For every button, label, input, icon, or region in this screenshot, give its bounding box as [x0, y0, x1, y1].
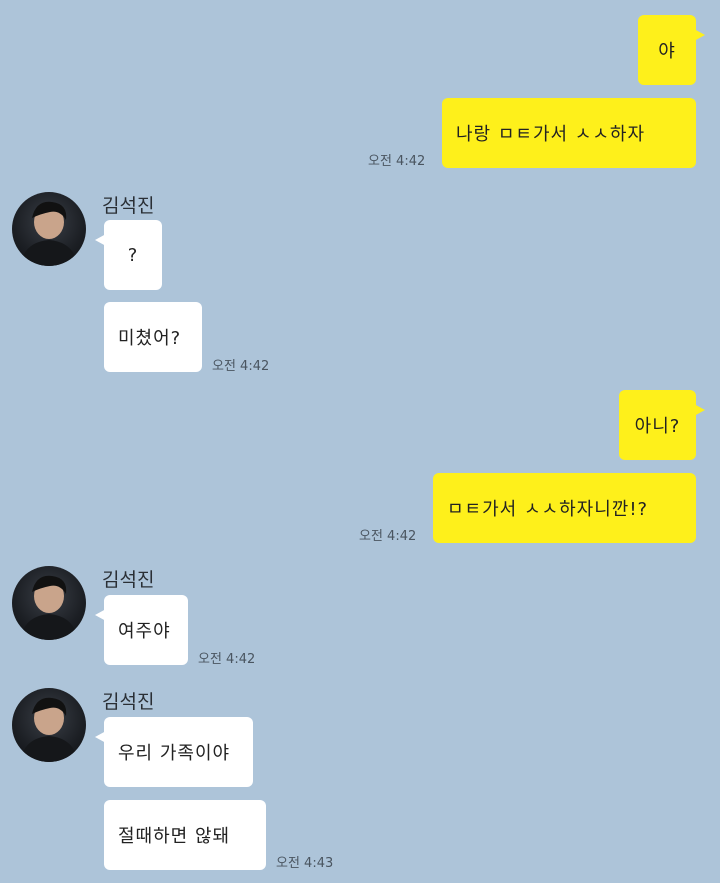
- message-timestamp: 오전 4:42: [359, 529, 417, 544]
- message-timestamp: 오전 4:42: [368, 154, 426, 169]
- message-text: 야: [658, 41, 676, 62]
- profile-photo-icon: [20, 697, 78, 762]
- message-text: 나랑 ㅁㅌ가서 ㅅㅅ하자: [456, 124, 646, 145]
- their-message-bubble[interactable]: 미쳤어?: [104, 302, 202, 372]
- message-timestamp: 오전 4:42: [212, 359, 270, 374]
- message-text: 미쳤어?: [118, 328, 182, 349]
- my-message-bubble[interactable]: 나랑 ㅁㅌ가서 ㅅㅅ하자: [442, 98, 696, 168]
- message-text: 우리 가족이야: [118, 743, 231, 764]
- profile-photo-icon: [20, 575, 78, 640]
- message-text: 절때하면 않돼: [118, 826, 231, 847]
- profile-photo-icon: [20, 201, 78, 266]
- message-text: 아니?: [634, 416, 681, 437]
- sender-name: 김석진: [102, 691, 155, 713]
- my-message-bubble[interactable]: 야: [638, 15, 705, 85]
- my-message-bubble[interactable]: ㅁㅌ가서 ㅅㅅ하자니깐!?: [433, 473, 696, 543]
- my-message-bubble[interactable]: 아니?: [619, 390, 705, 460]
- avatar[interactable]: [12, 192, 86, 266]
- message-timestamp: 오전 4:43: [276, 856, 334, 871]
- their-message-bubble[interactable]: 여주야: [95, 595, 188, 665]
- message-text: ?: [127, 244, 139, 266]
- message-text: ㅁㅌ가서 ㅅㅅ하자니깐!?: [447, 499, 649, 520]
- avatar[interactable]: [12, 688, 86, 762]
- their-message-bubble[interactable]: 우리 가족이야: [95, 717, 253, 787]
- sender-name: 김석진: [102, 569, 155, 591]
- message-timestamp: 오전 4:42: [198, 652, 256, 667]
- avatar[interactable]: [12, 566, 86, 640]
- their-message-bubble[interactable]: ?: [95, 220, 162, 290]
- their-message-bubble[interactable]: 절때하면 않돼: [104, 800, 266, 870]
- sender-name: 김석진: [102, 195, 155, 217]
- message-text: 여주야: [118, 621, 171, 642]
